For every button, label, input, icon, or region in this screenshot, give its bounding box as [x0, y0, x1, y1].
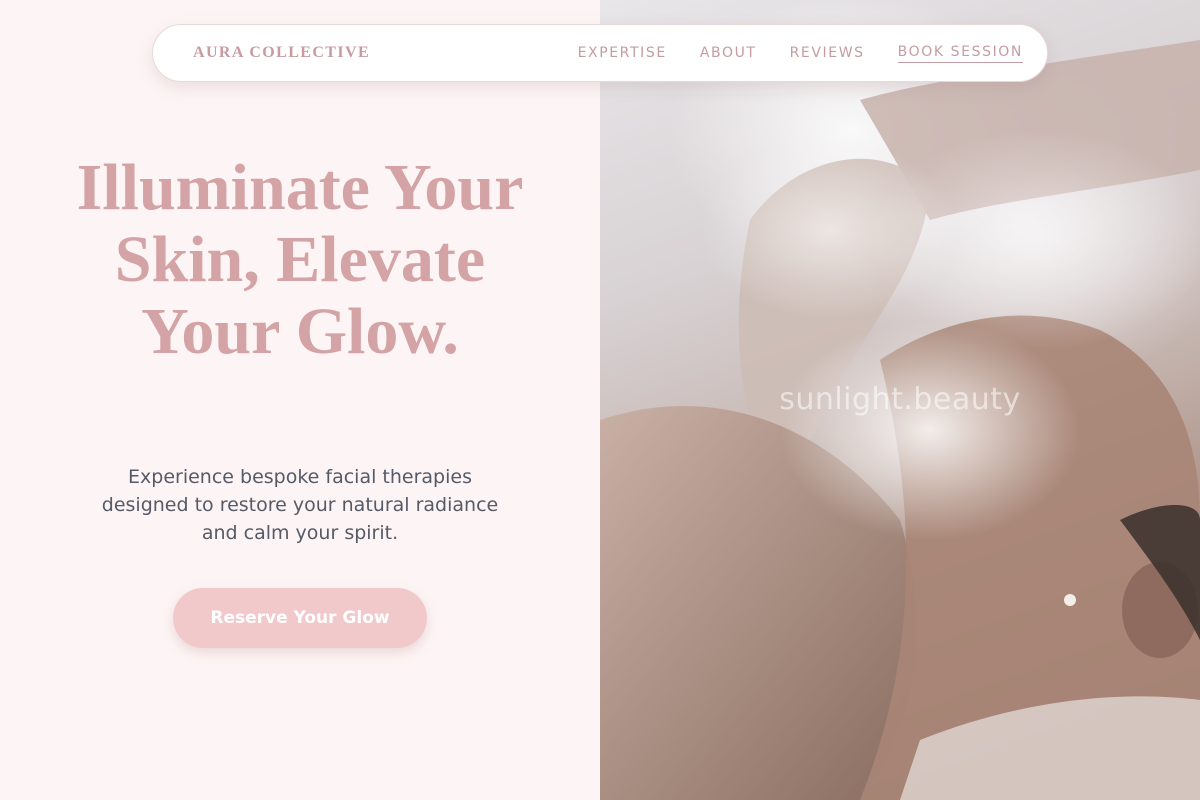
nav-links: EXPERTISE ABOUT REVIEWS BOOK SESSION	[578, 44, 1023, 63]
nav-link-expertise[interactable]: EXPERTISE	[578, 45, 667, 61]
earring-shape	[1064, 594, 1076, 606]
reserve-button[interactable]: Reserve Your Glow	[173, 588, 427, 648]
hero-photo: sunlight.beauty	[600, 0, 1200, 800]
photo-watermark: sunlight.beauty	[779, 382, 1021, 417]
nav-link-book-session[interactable]: BOOK SESSION	[897, 44, 1023, 63]
hero-subtitle: Experience bespoke facial therapies desi…	[101, 466, 499, 544]
steam-cloud	[780, 320, 1080, 540]
steam-cloud-right	[870, 130, 1200, 350]
nav-link-reviews[interactable]: REVIEWS	[790, 45, 865, 61]
hero-title: Illuminate Your Skin, Elevate Your Glow.	[76, 151, 524, 368]
hero-left-panel	[0, 0, 600, 800]
brand-logo[interactable]: AURA COLLECTIVE	[193, 44, 370, 62]
nav-link-about[interactable]: ABOUT	[700, 45, 757, 61]
top-navigation-bar: AURA COLLECTIVE EXPERTISE ABOUT REVIEWS …	[152, 24, 1048, 82]
